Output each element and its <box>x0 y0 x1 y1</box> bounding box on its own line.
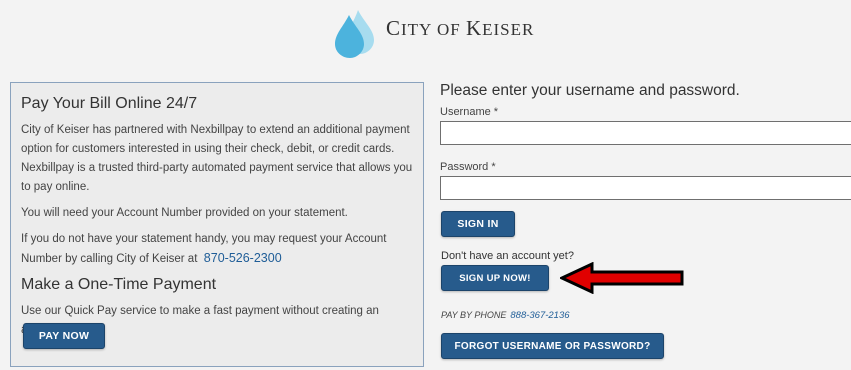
red-arrow-icon <box>560 262 684 294</box>
login-form: Please enter your username and password.… <box>440 82 851 370</box>
pay-by-phone-label: PAY BY PHONE <box>441 310 507 320</box>
city-logo: CITY OF KEISER <box>330 6 570 60</box>
no-account-text: Don't have an account yet? <box>441 250 574 262</box>
password-label: Password * <box>440 161 496 173</box>
account-number-note: You will need your Account Number provid… <box>21 207 348 219</box>
sign-up-button[interactable]: SIGN UP NOW! <box>441 265 549 291</box>
statement-note: If you do not have your statement handy,… <box>21 233 387 265</box>
pay-online-heading: Pay Your Bill Online 24/7 <box>21 95 198 112</box>
brand-name: CITY OF KEISER <box>386 16 535 40</box>
city-phone-link[interactable]: 870-526-2300 <box>204 251 282 265</box>
one-time-payment-heading: Make a One-Time Payment <box>21 276 217 293</box>
water-drops-icon <box>335 10 374 58</box>
partner-description: City of Keiser has partnered with Nexbil… <box>21 124 413 193</box>
sign-in-button[interactable]: SIGN IN <box>441 211 515 237</box>
forgot-credentials-button[interactable]: FORGOT USERNAME OR PASSWORD? <box>441 333 664 359</box>
password-input[interactable] <box>440 176 851 200</box>
login-title: Please enter your username and password. <box>440 82 740 99</box>
pay-online-info-panel: Pay Your Bill Online 24/7 City of Keiser… <box>10 82 424 367</box>
username-input[interactable] <box>440 121 851 145</box>
pay-by-phone: PAY BY PHONE 888-367-2136 <box>441 310 570 321</box>
username-label: Username * <box>440 106 499 118</box>
pay-by-phone-number[interactable]: 888-367-2136 <box>510 310 569 321</box>
pay-now-button[interactable]: PAY NOW <box>23 323 105 349</box>
